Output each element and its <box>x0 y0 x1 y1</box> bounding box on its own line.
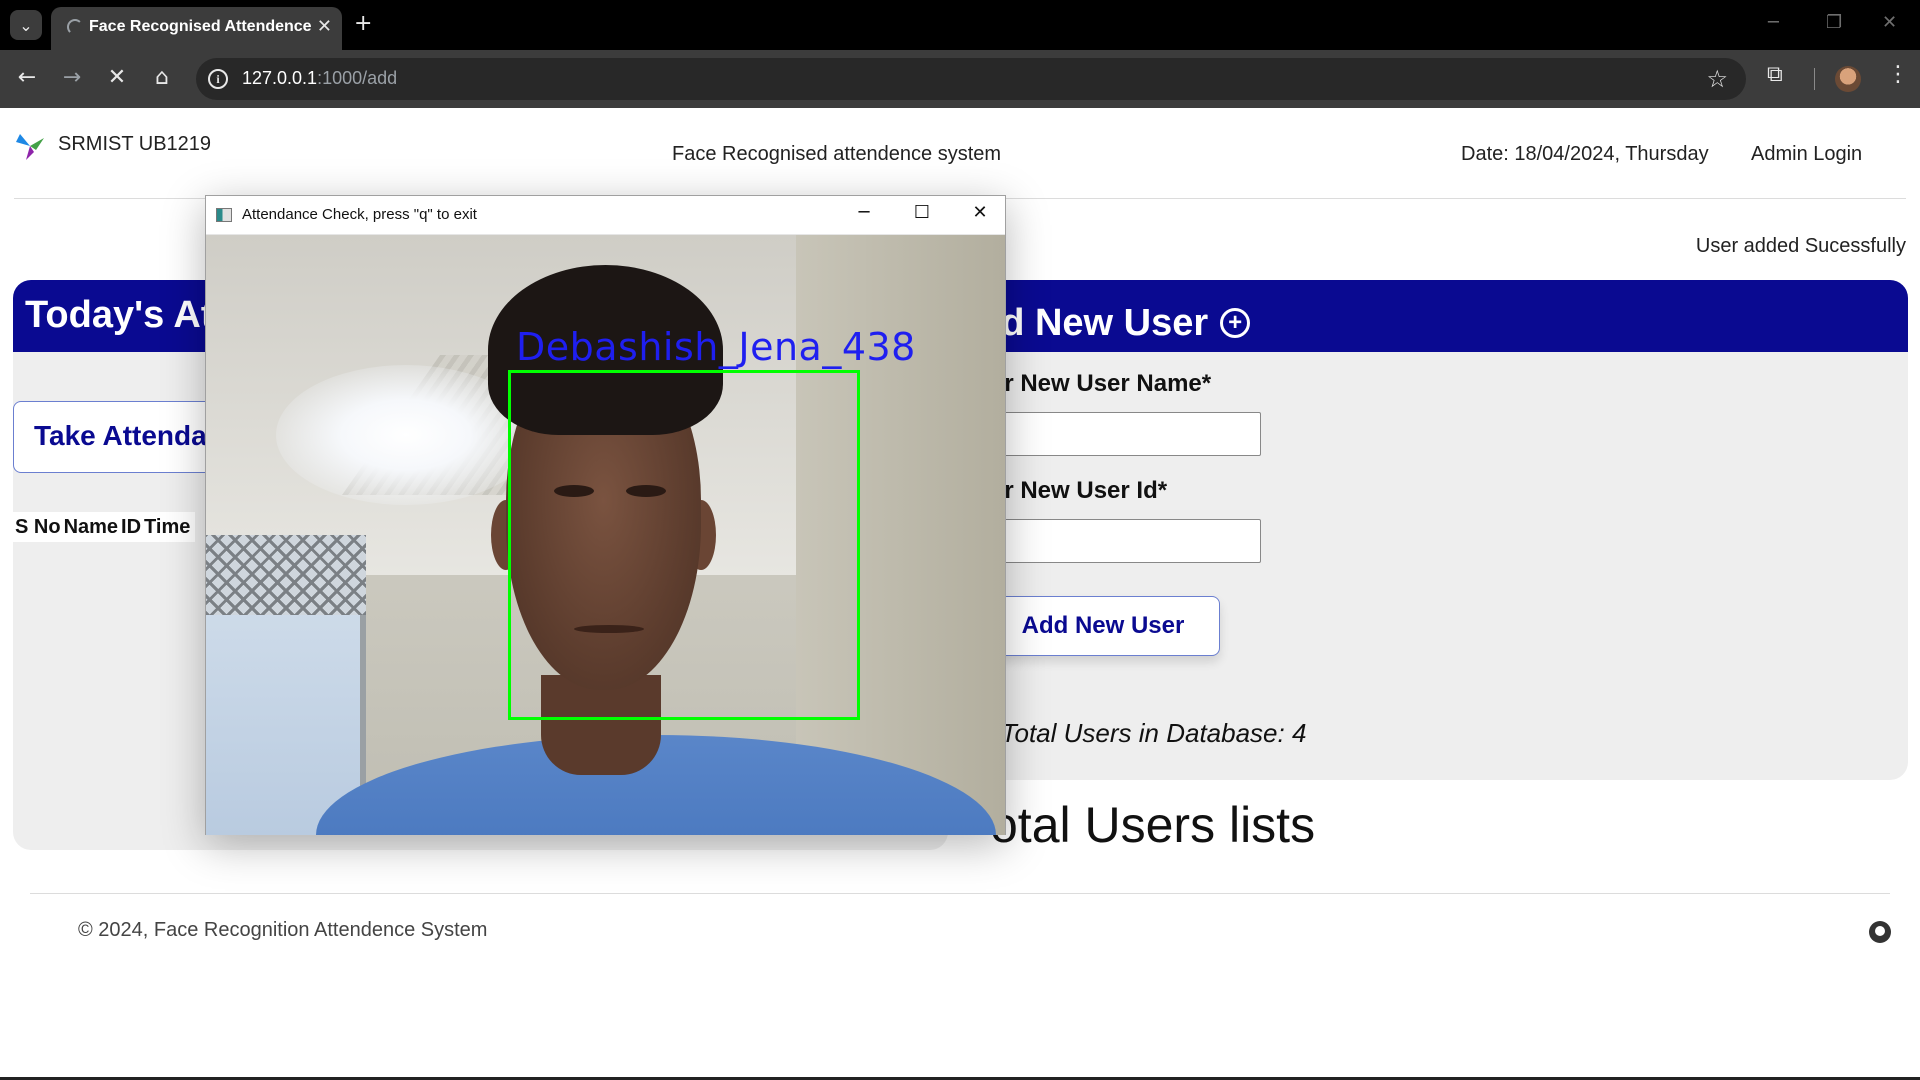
chevron-down-icon: ⌄ <box>19 15 33 35</box>
browser-toolbar: ← → ✕ ⌂ i 127.0.0.1:1000/add ☆ ⧉ ⋮ <box>0 50 1920 108</box>
app-icon <box>216 208 232 222</box>
plus-circle-icon: + <box>1220 308 1251 338</box>
browser-tab[interactable]: Face Recognised Attendence ✕ <box>51 7 342 50</box>
user-id-input[interactable] <box>983 519 1261 563</box>
url-text[interactable]: 127.0.0.1:1000/add <box>242 68 397 89</box>
column-header: S No <box>15 516 61 538</box>
github-icon[interactable] <box>1869 921 1891 943</box>
address-bar[interactable]: i 127.0.0.1:1000/add ☆ <box>196 58 1746 100</box>
info-icon[interactable]: i <box>208 69 228 89</box>
add-user-panel-heading: dd New User + <box>948 280 1908 352</box>
face-recognition-label: Debashish_Jena_438 <box>516 325 916 369</box>
camera-window-title: Attendance Check, press "q" to exit <box>242 206 477 223</box>
camera-window-titlebar[interactable]: Attendance Check, press "q" to exit ─ ☐ … <box>206 196 1005 235</box>
browser-tab-strip: ⌄ Face Recognised Attendence ✕ + ─ ❐ ✕ <box>0 0 1920 50</box>
attendance-table-header: S No Name ID Time <box>13 512 196 542</box>
add-new-user-button[interactable]: Add New User <box>986 596 1220 656</box>
new-tab-button[interactable]: + <box>354 11 372 36</box>
admin-login-link[interactable]: Admin Login <box>1751 143 1862 166</box>
brand-logo <box>16 134 44 160</box>
puzzle-icon[interactable]: ⧉ <box>1767 62 1783 87</box>
minimize-icon[interactable]: ─ <box>850 202 878 223</box>
close-icon[interactable]: ✕ <box>317 16 332 37</box>
tab-title: Face Recognised Attendence <box>89 18 312 35</box>
brand-name[interactable]: SRMIST UB1219 <box>58 133 211 156</box>
home-icon[interactable]: ⌂ <box>148 65 176 90</box>
user-id-label: ter New User Id* <box>983 477 1168 504</box>
close-window-icon[interactable]: ✕ <box>1882 12 1897 33</box>
tab-search-button[interactable]: ⌄ <box>10 10 42 40</box>
close-icon[interactable]: ✕ <box>966 202 994 223</box>
current-date: Date: 18/04/2024, Thursday <box>1461 143 1709 165</box>
loading-spinner-icon <box>67 19 83 35</box>
forward-button[interactable]: → <box>58 65 86 90</box>
add-user-heading-text: dd New User <box>978 301 1209 344</box>
column-header: Time <box>144 516 191 538</box>
star-icon[interactable]: ☆ <box>1706 65 1728 93</box>
avatar[interactable] <box>1835 66 1861 92</box>
add-user-panel: dd New User + ter New User Name* ter New… <box>948 280 1908 780</box>
users-list-heading: otal Users lists <box>990 797 1316 853</box>
maximize-icon[interactable]: ☐ <box>908 202 936 223</box>
back-button[interactable]: ← <box>13 65 41 90</box>
kebab-icon[interactable]: ⋮ <box>1887 62 1909 87</box>
restore-icon[interactable]: ❐ <box>1826 12 1842 33</box>
status-message: User added Sucessfully <box>1695 235 1906 257</box>
column-header: Name <box>63 516 119 538</box>
camera-feed: Debashish_Jena_438 <box>206 235 1005 835</box>
footer-copyright: © 2024, Face Recognition Attendence Syst… <box>78 919 488 941</box>
page-title: Face Recognised attendence system <box>672 143 1002 165</box>
camera-window[interactable]: Attendance Check, press "q" to exit ─ ☐ … <box>205 195 1006 835</box>
face-detection-box <box>508 370 860 720</box>
total-users-count: Total Users in Database: 4 <box>1001 718 1307 748</box>
window-grill <box>206 535 366 615</box>
user-name-label: ter New User Name* <box>983 370 1212 397</box>
minimize-icon[interactable]: ─ <box>1768 12 1779 33</box>
stop-loading-button[interactable]: ✕ <box>103 65 131 90</box>
footer-divider <box>30 893 1890 894</box>
user-name-input[interactable] <box>983 412 1261 456</box>
toolbar-divider <box>1814 68 1815 90</box>
column-header: ID <box>121 516 142 538</box>
